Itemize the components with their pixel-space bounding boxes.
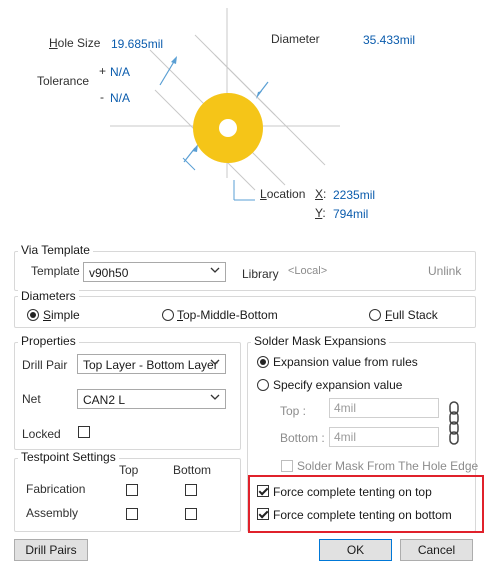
tolerance-label: Tolerance	[37, 74, 90, 88]
net-label: Net	[22, 392, 41, 406]
mask-top-label: Top :	[280, 404, 307, 418]
location-label: Location	[260, 187, 306, 201]
properties-title: Properties	[18, 334, 79, 348]
tolerance-plus-value[interactable]: N/A	[110, 65, 130, 79]
library-label: Library	[242, 267, 279, 281]
library-value: <Local>	[288, 265, 328, 277]
diameters-top-middle-bottom-label[interactable]: Top-Middle-Bottom	[177, 308, 278, 322]
tolerance-plus-sign: +	[99, 64, 107, 78]
mask-from-hole-label: Solder Mask From The Hole Edge	[297, 459, 479, 473]
diameter-label: Diameter	[271, 32, 320, 46]
mask-bottom-label: Bottom :	[280, 431, 325, 445]
diameters-simple-label[interactable]: Simple	[43, 308, 80, 322]
chevron-down-icon	[210, 394, 220, 400]
drill-pair-label: Drill Pair	[22, 358, 68, 372]
net-select[interactable]: CAN2 L	[77, 389, 226, 409]
ok-button[interactable]: OK	[319, 539, 392, 561]
drill-pairs-button[interactable]: Drill Pairs	[14, 539, 88, 561]
diameters-title: Diameters	[18, 289, 79, 303]
template-label: Template	[31, 264, 80, 278]
diameters-top-middle-bottom-radio[interactable]	[162, 309, 174, 321]
mask-bottom-input[interactable]: 4mil	[329, 427, 439, 447]
x-label: X:	[315, 187, 327, 201]
diameters-simple-radio[interactable]	[27, 309, 39, 321]
template-select-value: v90h50	[89, 266, 129, 280]
chain-link-icon[interactable]	[448, 401, 460, 445]
drill-pair-select[interactable]: Top Layer - Bottom Layer	[77, 354, 226, 374]
template-select[interactable]: v90h50	[83, 262, 226, 282]
assembly-label: Assembly	[26, 506, 79, 520]
assembly-bottom-checkbox[interactable]	[185, 508, 197, 520]
cancel-button[interactable]: Cancel	[400, 539, 473, 561]
fabrication-bottom-checkbox[interactable]	[185, 484, 197, 496]
expansion-rules-radio[interactable]	[257, 356, 269, 368]
testpoint-col-bottom: Bottom	[173, 463, 212, 477]
y-value[interactable]: 794mil	[333, 207, 368, 221]
via-template-title: Via Template	[18, 243, 93, 257]
y-label: Y:	[315, 206, 326, 220]
hole-size-value[interactable]: 19.685mil	[111, 37, 163, 51]
testpoint-col-top: Top	[119, 463, 139, 477]
chevron-down-icon	[210, 359, 220, 365]
diameters-full-stack-label[interactable]: Full Stack	[385, 308, 438, 322]
net-select-value: CAN2 L	[83, 393, 126, 407]
tolerance-minus-sign: -	[100, 90, 104, 104]
expansion-rules-label[interactable]: Expansion value from rules	[273, 355, 418, 369]
force-tenting-top-checkbox[interactable]	[257, 485, 269, 497]
drill-pair-select-value: Top Layer - Bottom Layer	[83, 358, 218, 372]
fabrication-label: Fabrication	[26, 482, 86, 496]
solder-mask-title: Solder Mask Expansions	[251, 334, 390, 348]
locked-checkbox[interactable]	[78, 426, 90, 438]
force-tenting-bottom-label[interactable]: Force complete tenting on bottom	[273, 508, 452, 522]
mask-from-hole-checkbox[interactable]	[281, 460, 293, 472]
tolerance-minus-value[interactable]: N/A	[110, 91, 130, 105]
diameter-value[interactable]: 35.433mil	[363, 33, 415, 47]
unlink-button[interactable]: Unlink	[428, 264, 461, 278]
force-tenting-top-label[interactable]: Force complete tenting on top	[273, 485, 432, 499]
assembly-top-checkbox[interactable]	[126, 508, 138, 520]
specify-expansion-radio[interactable]	[257, 379, 269, 391]
chevron-down-icon	[210, 267, 220, 273]
fabrication-top-checkbox[interactable]	[126, 484, 138, 496]
x-value[interactable]: 2235mil	[333, 188, 375, 202]
testpoint-title: Testpoint Settings	[18, 450, 119, 464]
hole-size-label: Hole Size	[49, 36, 101, 50]
force-tenting-bottom-checkbox[interactable]	[257, 508, 269, 520]
mask-top-input[interactable]: 4mil	[329, 398, 439, 418]
diameters-full-stack-radio[interactable]	[369, 309, 381, 321]
locked-label: Locked	[22, 427, 61, 441]
tenting-highlight-box	[248, 475, 484, 533]
specify-expansion-label[interactable]: Specify expansion value	[273, 378, 402, 392]
